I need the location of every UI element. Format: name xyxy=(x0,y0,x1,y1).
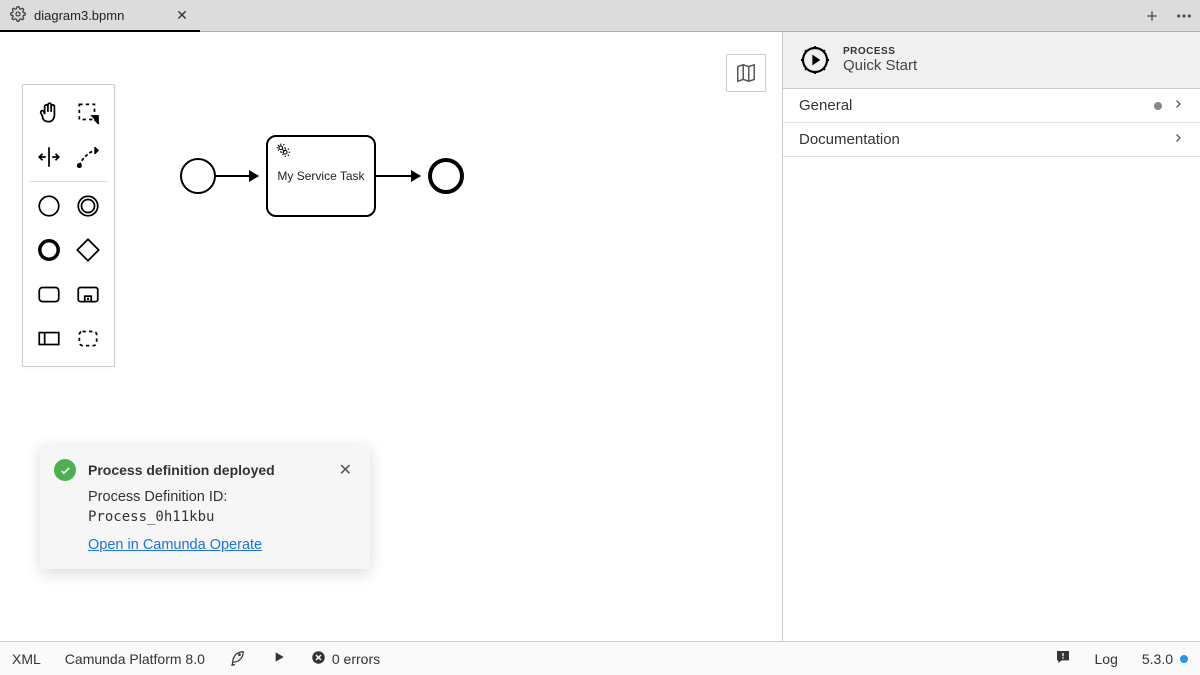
status-log[interactable]: Log xyxy=(1083,642,1130,675)
deploy-button[interactable] xyxy=(217,642,259,675)
bpmn-service-task[interactable]: My Service Task xyxy=(266,135,376,217)
bpmn-start-event[interactable] xyxy=(180,158,216,194)
error-icon xyxy=(311,650,326,668)
section-general[interactable]: General xyxy=(783,89,1200,123)
minimap-toggle[interactable] xyxy=(726,54,766,92)
run-button[interactable] xyxy=(259,642,299,675)
toast-body: Process Definition ID: Process_0h11kbu xyxy=(88,487,356,528)
bpmn-sequence-flow[interactable] xyxy=(216,175,258,177)
tab-diagram[interactable]: diagram3.bpmn ✕ xyxy=(0,0,200,31)
diagram-canvas[interactable]: My Service Task Process definition deplo… xyxy=(0,32,782,641)
properties-title: Quick Start xyxy=(843,57,917,74)
close-icon[interactable]: ✕ xyxy=(174,8,190,24)
section-indicator-dot-icon xyxy=(1154,102,1162,110)
section-general-label: General xyxy=(799,97,852,114)
properties-panel: PROCESS Quick Start General Documentatio… xyxy=(782,32,1200,641)
status-platform[interactable]: Camunda Platform 8.0 xyxy=(53,642,217,675)
intermediate-event-tool[interactable] xyxy=(70,188,106,224)
lasso-tool[interactable] xyxy=(70,95,106,131)
section-documentation-label: Documentation xyxy=(799,131,900,148)
status-version[interactable]: 5.3.0 xyxy=(1130,642,1200,675)
section-documentation[interactable]: Documentation xyxy=(783,123,1200,157)
bpmn-sequence-flow[interactable] xyxy=(376,175,420,177)
update-dot-icon xyxy=(1180,655,1188,663)
properties-header: PROCESS Quick Start xyxy=(783,32,1200,89)
more-menu-button[interactable] xyxy=(1168,0,1200,31)
bpmn-end-event[interactable] xyxy=(428,158,464,194)
feedback-button[interactable] xyxy=(1043,642,1083,675)
group-tool[interactable] xyxy=(70,320,106,356)
status-xml[interactable]: XML xyxy=(0,642,53,675)
tab-label: diagram3.bpmn xyxy=(34,8,166,23)
status-bar: XML Camunda Platform 8.0 0 errors Log 5.… xyxy=(0,641,1200,675)
toast-body-label: Process Definition ID: xyxy=(88,489,227,505)
task-tool[interactable] xyxy=(31,276,67,312)
new-tab-button[interactable] xyxy=(1136,0,1168,31)
tool-palette xyxy=(22,84,115,367)
start-event-tool[interactable] xyxy=(31,188,67,224)
global-connect-tool[interactable] xyxy=(70,139,106,175)
main-area: My Service Task Process definition deplo… xyxy=(0,32,1200,641)
chevron-right-icon xyxy=(1172,131,1184,148)
task-label: My Service Task xyxy=(277,169,364,183)
rocket-icon xyxy=(229,648,247,669)
chevron-right-icon xyxy=(1172,97,1184,114)
participant-tool[interactable] xyxy=(31,320,67,356)
hand-tool[interactable] xyxy=(31,95,67,131)
open-operate-link[interactable]: Open in Camunda Operate xyxy=(88,537,262,553)
process-icon xyxy=(799,44,831,76)
subprocess-tool[interactable] xyxy=(70,276,106,312)
space-tool[interactable] xyxy=(31,139,67,175)
end-event-tool[interactable] xyxy=(31,232,67,268)
tab-bar-spacer xyxy=(200,0,1136,31)
status-errors[interactable]: 0 errors xyxy=(299,642,392,675)
toast-title: Process definition deployed xyxy=(88,462,323,478)
deploy-toast: Process definition deployed ✕ Process De… xyxy=(40,445,370,569)
properties-subtitle: PROCESS xyxy=(843,46,917,57)
success-check-icon xyxy=(54,459,76,481)
tab-bar: diagram3.bpmn ✕ xyxy=(0,0,1200,32)
gateway-tool[interactable] xyxy=(70,232,106,268)
service-task-marker-icon xyxy=(274,141,292,162)
play-icon xyxy=(271,649,287,668)
toast-close-button[interactable]: ✕ xyxy=(335,460,356,480)
toast-body-value: Process_0h11kbu xyxy=(88,509,214,525)
gear-icon xyxy=(10,6,26,25)
feedback-icon xyxy=(1055,649,1071,668)
